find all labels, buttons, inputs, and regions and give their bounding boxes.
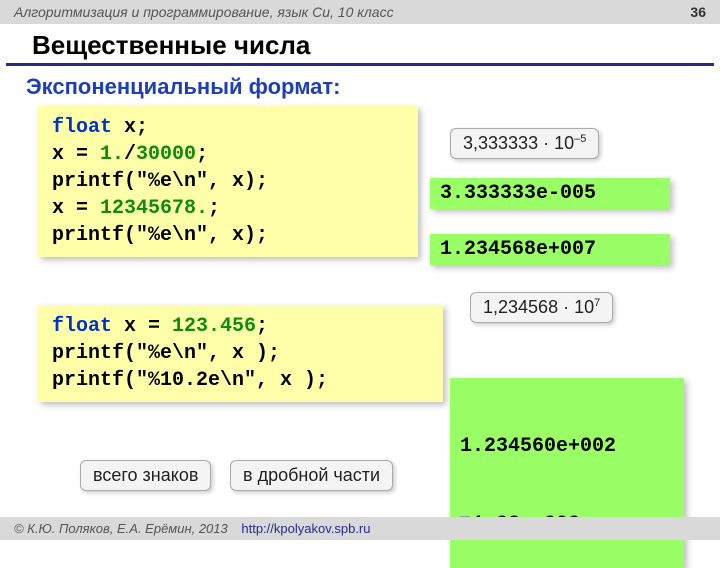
code-text: x = [52,197,100,220]
course-label: Алгоритмизация и программирование, язык … [14,4,394,20]
code-text: printf("%e\n", x); [52,222,404,249]
keyword: float [52,116,112,139]
code-text: ; [196,143,208,166]
output-2: 1.234568e+007 [430,234,670,265]
code-text: printf("%10.2e\n", x ); [52,367,429,394]
top-bar: Алгоритмизация и программирование, язык … [0,0,720,24]
label-decimal-part: в дробной части [230,460,393,491]
code-text: x = [112,315,172,338]
number: 30000 [136,143,196,166]
code-text: printf("%e\n", x); [52,168,404,195]
output-1: 3.333333e-005 [430,178,670,209]
code-text: printf("%e\n", x ); [52,340,429,367]
math-bubble-1: 3,333333 · 10–5 [450,128,599,159]
code-text: x = [52,143,100,166]
subtitle: Экспоненциальный формат: [0,66,720,106]
math-bubble-2: 1,234568 · 107 [470,292,613,323]
code-block-1: float x; x = 1./30000; printf("%e\n", x)… [38,106,418,257]
code-text: ; [208,197,220,220]
code-block-2: float x = 123.456; printf("%e\n", x ); p… [38,305,443,402]
number: 1. [100,143,124,166]
page-title: Вещественные числа [6,24,714,66]
bubble-text: 1,234568 · 10 [483,297,594,317]
code-text: / [124,143,136,166]
label-total-chars: всего знаков [80,460,211,491]
exponent: 7 [594,297,600,309]
footer-url: http://kpolyakov.spb.ru [241,521,370,536]
copyright: © К.Ю. Поляков, Е.А. Ерёмин, 2013 [14,521,228,536]
output-line: 1.234560e+002 [460,434,674,460]
page-number: 36 [690,4,706,20]
bubble-text: 3,333333 · 10 [463,133,574,153]
footer: © К.Ю. Поляков, Е.А. Ерёмин, 2013 http:/… [0,517,720,540]
code-text: ; [256,315,268,338]
number: 123.456 [172,315,256,338]
exponent: –5 [574,133,586,145]
code-text: x; [112,116,148,139]
number: 12345678. [100,197,208,220]
keyword: float [52,315,112,338]
